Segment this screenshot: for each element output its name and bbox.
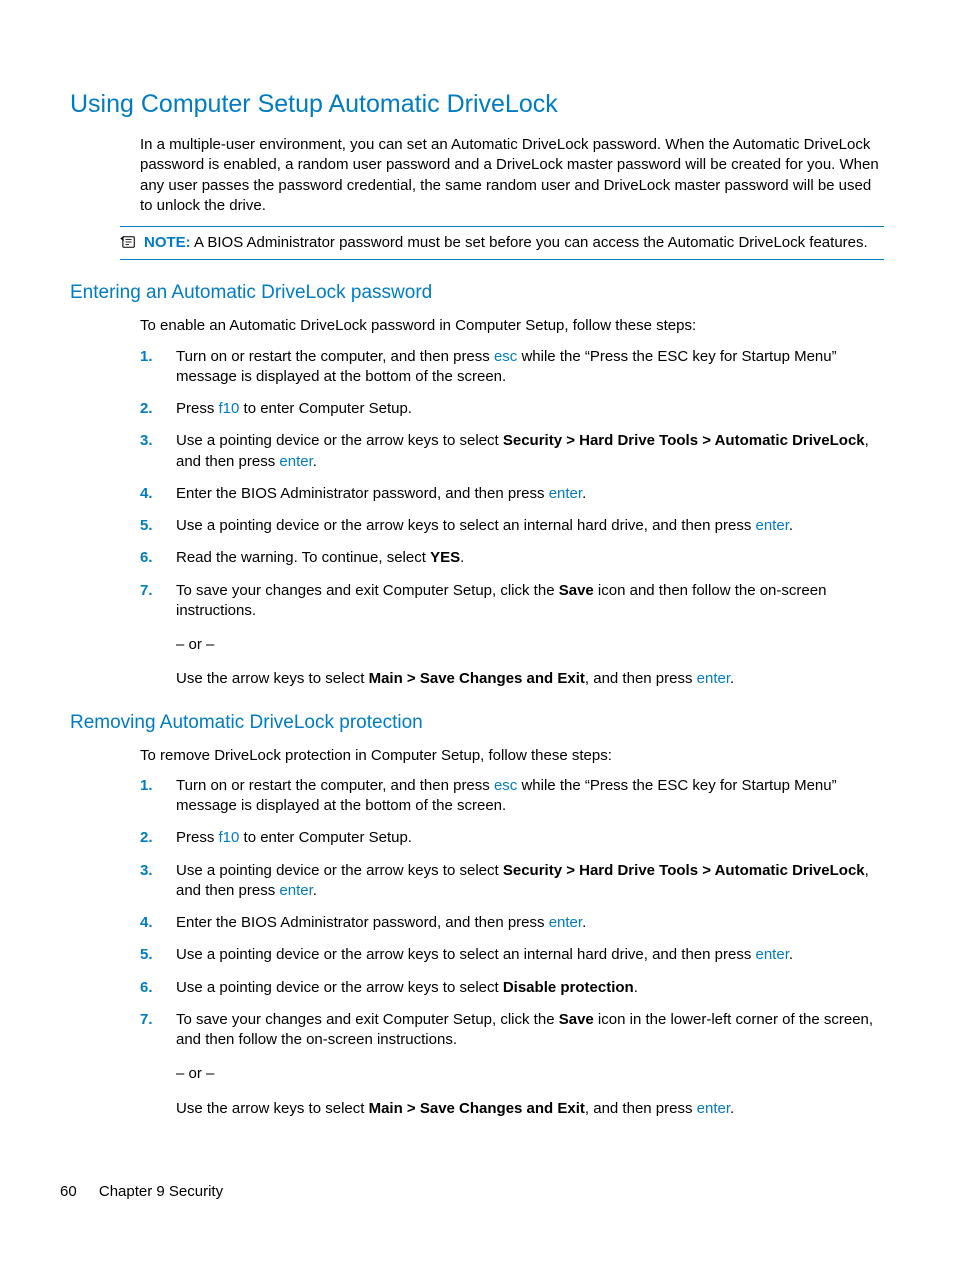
bold-text: Save [559, 582, 594, 599]
list-item: 3. Use a pointing device or the arrow key… [140, 861, 884, 902]
bold-text: YES [430, 549, 460, 566]
list-item: 3. Use a pointing device or the arrow key… [140, 431, 884, 472]
bold-text: Main > Save Changes and Exit [369, 1100, 585, 1117]
step-number: 3. [140, 431, 158, 472]
keycap: enter [697, 1100, 730, 1117]
step-number: 5. [140, 516, 158, 536]
section1-lead: To enable an Automatic DriveLock passwor… [140, 316, 884, 336]
step-body: Press f10 to enter Computer Setup. [176, 828, 884, 848]
step-body: Press f10 to enter Computer Setup. [176, 399, 884, 419]
page-number: 60 [60, 1183, 77, 1200]
step-number: 2. [140, 399, 158, 419]
step-number: 6. [140, 548, 158, 568]
step-number: 4. [140, 484, 158, 504]
step-body: To save your changes and exit Computer S… [176, 581, 884, 690]
list-item: 5. Use a pointing device or the arrow key… [140, 516, 884, 536]
step-body: Use a pointing device or the arrow keys … [176, 431, 884, 472]
list-item: 2. Press f10 to enter Computer Setup. [140, 828, 884, 848]
step-number: 7. [140, 1010, 158, 1119]
or-separator: – or – [176, 635, 884, 655]
step-body: Enter the BIOS Administrator password, a… [176, 484, 884, 504]
keycap: enter [549, 914, 582, 931]
step-body: Use a pointing device or the arrow keys … [176, 861, 884, 902]
page-title: Using Computer Setup Automatic DriveLock [70, 90, 884, 119]
list-item: 4. Enter the BIOS Administrator password,… [140, 484, 884, 504]
step-body: Use a pointing device or the arrow keys … [176, 516, 884, 536]
keycap: enter [697, 670, 730, 687]
step-number: 1. [140, 347, 158, 388]
intro-paragraph: In a multiple-user environment, you can … [140, 135, 884, 216]
alt-instruction: Use the arrow keys to select Main > Save… [176, 669, 884, 689]
step-number: 3. [140, 861, 158, 902]
list-item: 1. Turn on or restart the computer, and t… [140, 776, 884, 817]
keycap: enter [279, 882, 312, 899]
bold-text: Save [559, 1011, 594, 1028]
keycap: enter [279, 453, 312, 470]
page-footer: 60 Chapter 9 Security [60, 1183, 223, 1200]
subheading-entering: Entering an Automatic DriveLock password [70, 282, 884, 304]
keycap: f10 [219, 829, 240, 846]
list-item: 5. Use a pointing device or the arrow key… [140, 945, 884, 965]
section2-lead: To remove DriveLock protection in Comput… [140, 746, 884, 766]
or-separator: – or – [176, 1064, 884, 1084]
step-number: 6. [140, 978, 158, 998]
step-number: 2. [140, 828, 158, 848]
keycap: enter [756, 946, 789, 963]
bold-text: Disable protection [503, 979, 634, 996]
step-body: Turn on or restart the computer, and the… [176, 347, 884, 388]
keycap: esc [494, 348, 517, 365]
note-block: NOTE: A BIOS Administrator password must… [120, 226, 884, 260]
keycap: esc [494, 777, 517, 794]
step-number: 7. [140, 581, 158, 690]
section1-steps: 1. Turn on or restart the computer, and t… [140, 347, 884, 690]
step-body: Read the warning. To continue, select YE… [176, 548, 884, 568]
list-item: 4. Enter the BIOS Administrator password,… [140, 913, 884, 933]
list-item: 2. Press f10 to enter Computer Setup. [140, 399, 884, 419]
bold-text: Security > Hard Drive Tools > Automatic … [503, 862, 865, 879]
bold-text: Security > Hard Drive Tools > Automatic … [503, 432, 865, 449]
step-body: Turn on or restart the computer, and the… [176, 776, 884, 817]
step-number: 4. [140, 913, 158, 933]
chapter-label: Chapter 9 Security [99, 1183, 223, 1200]
step-body: Enter the BIOS Administrator password, a… [176, 913, 884, 933]
alt-instruction: Use the arrow keys to select Main > Save… [176, 1099, 884, 1119]
step-number: 1. [140, 776, 158, 817]
step-number: 5. [140, 945, 158, 965]
list-item: 1. Turn on or restart the computer, and t… [140, 347, 884, 388]
note-text: A BIOS Administrator password must be se… [194, 234, 868, 251]
keycap: enter [756, 517, 789, 534]
note-icon [120, 235, 138, 249]
subheading-removing: Removing Automatic DriveLock protection [70, 712, 884, 734]
note-label: NOTE: [144, 234, 191, 251]
list-item: 7.To save your changes and exit Computer… [140, 581, 884, 690]
list-item: 6. Use a pointing device or the arrow key… [140, 978, 884, 998]
section2-steps: 1. Turn on or restart the computer, and t… [140, 776, 884, 1119]
keycap: enter [549, 485, 582, 502]
step-body: To save your changes and exit Computer S… [176, 1010, 884, 1119]
step-body: Use a pointing device or the arrow keys … [176, 978, 884, 998]
step-body: Use a pointing device or the arrow keys … [176, 945, 884, 965]
keycap: f10 [219, 400, 240, 417]
list-item: 6. Read the warning. To continue, select … [140, 548, 884, 568]
list-item: 7.To save your changes and exit Computer… [140, 1010, 884, 1119]
bold-text: Main > Save Changes and Exit [369, 670, 585, 687]
